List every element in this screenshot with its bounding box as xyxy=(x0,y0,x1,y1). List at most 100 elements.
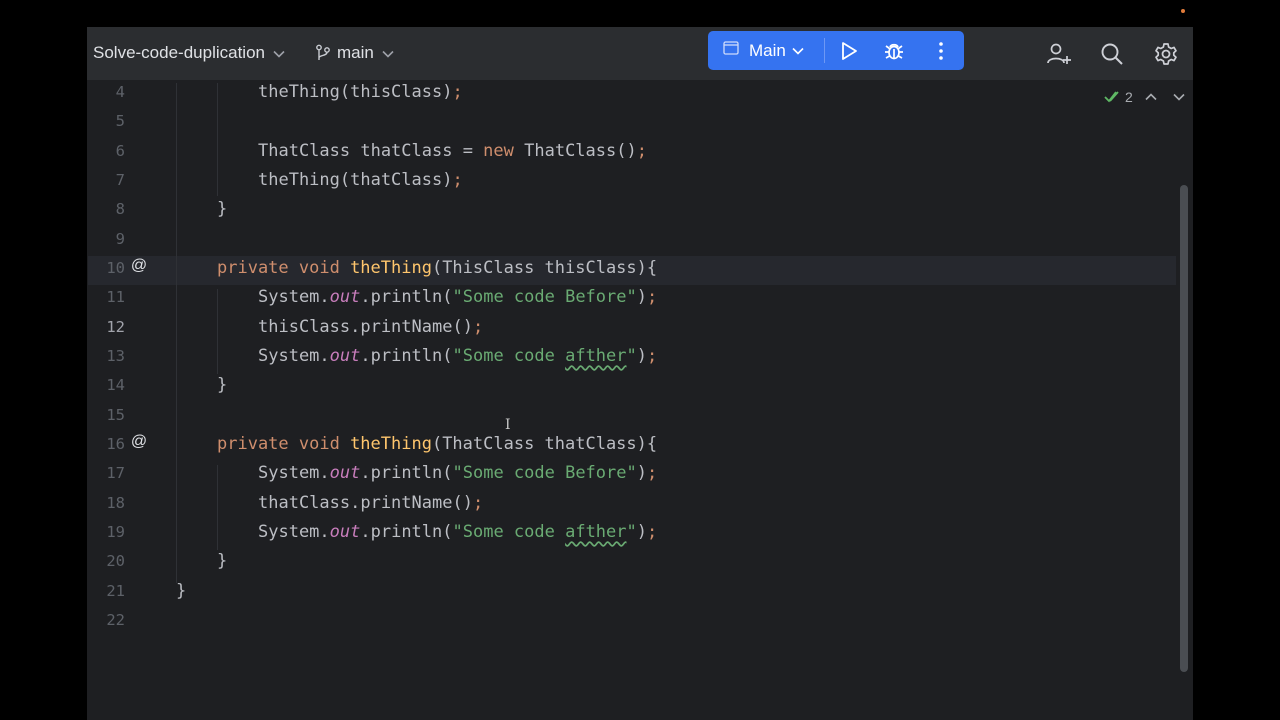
run-widget-divider xyxy=(824,38,825,63)
code-token: ; xyxy=(452,82,463,102)
run-button[interactable] xyxy=(835,37,863,65)
code-token: ; xyxy=(472,492,484,513)
code-token: private void xyxy=(217,257,351,278)
code-token: afther xyxy=(565,521,627,542)
code-line[interactable]: System.out.println("Some code Before"); xyxy=(258,463,657,483)
code-token: } xyxy=(217,375,228,396)
vertical-scrollbar[interactable] xyxy=(1180,185,1188,672)
vcs-branch-selector[interactable]: main xyxy=(315,42,394,64)
code-token: System. xyxy=(258,287,330,308)
line-number: 5 xyxy=(115,112,125,131)
code-line[interactable]: } xyxy=(217,375,227,395)
code-token: theThing(thatClass) xyxy=(258,169,453,190)
code-token: ; xyxy=(646,463,658,484)
code-token: .println( xyxy=(360,521,453,542)
search-everywhere-button[interactable] xyxy=(1095,37,1129,71)
branch-name: main xyxy=(337,43,374,62)
line-number: 7 xyxy=(115,170,125,189)
line-number: 15 xyxy=(106,405,125,424)
debug-button[interactable] xyxy=(880,37,908,65)
override-marker-icon[interactable]: @ xyxy=(130,433,148,451)
code-line[interactable]: } xyxy=(217,551,227,571)
code-token: .println( xyxy=(360,345,453,366)
code-token: "Some code xyxy=(452,521,566,542)
code-token: System. xyxy=(258,345,330,366)
code-token: out xyxy=(329,463,361,484)
code-token: System. xyxy=(258,521,330,542)
application-config-icon xyxy=(723,41,739,60)
code-token: ) xyxy=(636,287,647,308)
code-token: ; xyxy=(646,287,658,308)
code-line[interactable]: } xyxy=(217,199,227,219)
text-cursor-icon: I xyxy=(505,417,511,433)
code-token: } xyxy=(217,199,228,220)
code-line[interactable]: System.out.println("Some code afther"); xyxy=(258,346,657,366)
code-token: theThing(thisClass) xyxy=(258,82,453,102)
project-selector[interactable]: Solve-code-duplication xyxy=(93,42,285,64)
indent-guide xyxy=(217,465,218,550)
line-number: 12 xyxy=(106,317,125,336)
code-line[interactable]: thatClass.printName(); xyxy=(258,493,483,513)
code-line[interactable]: theThing(thatClass); xyxy=(258,170,463,190)
code-token: ; xyxy=(636,140,647,161)
line-number: 21 xyxy=(106,581,125,600)
more-actions-button[interactable] xyxy=(927,37,955,65)
code-token: ThatClass thatClass = xyxy=(258,140,484,161)
notification-dot xyxy=(1181,9,1185,13)
line-number: 14 xyxy=(106,376,125,395)
code-editor[interactable] xyxy=(87,80,1193,720)
previous-highlight-button[interactable] xyxy=(1142,88,1160,106)
chevron-up-icon xyxy=(1145,93,1157,101)
code-token: afther xyxy=(565,345,627,366)
play-icon xyxy=(842,42,857,60)
indent-guide xyxy=(217,83,218,196)
code-token: "Some code Before" xyxy=(452,287,637,308)
code-line[interactable]: } xyxy=(176,581,186,601)
code-line[interactable]: System.out.println("Some code Before"); xyxy=(258,287,657,307)
code-line[interactable]: ThatClass thatClass = new ThatClass(); xyxy=(258,141,647,161)
run-configuration-selector[interactable]: Main xyxy=(708,31,823,70)
settings-button[interactable] xyxy=(1149,37,1183,71)
run-configuration-name: Main xyxy=(749,40,786,60)
line-number: 6 xyxy=(115,141,125,160)
main-toolbar: Solve-code-duplication main Main xyxy=(87,27,1193,80)
ide-window: Solve-code-duplication main Main xyxy=(87,27,1193,720)
chevron-down-icon xyxy=(273,43,285,63)
code-token: thatClass.printName() xyxy=(258,492,473,513)
inspection-count: 2 xyxy=(1125,89,1133,105)
double-check-icon xyxy=(1104,91,1119,103)
chevron-down-icon xyxy=(382,43,394,63)
code-line[interactable]: private void theThing(ThatClass thatClas… xyxy=(217,434,657,454)
code-token: "Some code Before" xyxy=(452,463,637,484)
code-line[interactable]: thisClass.printName(); xyxy=(258,317,483,337)
more-vertical-icon xyxy=(939,42,943,60)
code-token: ) xyxy=(636,463,647,484)
code-line[interactable]: theThing(thisClass); xyxy=(258,82,463,102)
code-token: ; xyxy=(452,169,463,190)
code-token: theThing xyxy=(350,257,432,278)
project-name: Solve-code-duplication xyxy=(93,43,265,62)
code-line[interactable]: System.out.println("Some code afther"); xyxy=(258,522,657,542)
line-number: 8 xyxy=(115,200,125,219)
code-token: ; xyxy=(472,316,484,337)
search-icon xyxy=(1101,43,1123,65)
code-token: " xyxy=(626,345,637,366)
code-token: ) xyxy=(636,345,648,366)
inspection-widget[interactable]: 2 xyxy=(1104,88,1133,106)
indent-guide xyxy=(176,83,177,583)
branch-icon xyxy=(315,44,331,62)
code-line[interactable]: private void theThing(ThisClass thisClas… xyxy=(217,258,657,278)
code-token: ) xyxy=(636,521,648,542)
run-widget: Main xyxy=(708,31,964,70)
next-highlight-button[interactable] xyxy=(1170,88,1188,106)
code-with-me-button[interactable] xyxy=(1042,37,1076,71)
code-token: System. xyxy=(258,463,330,484)
override-marker-icon[interactable]: @ xyxy=(130,257,148,275)
line-number: 10 xyxy=(106,258,125,277)
line-number: 19 xyxy=(106,522,125,541)
line-number: 20 xyxy=(106,552,125,571)
line-number: 16 xyxy=(106,434,125,453)
code-token: .println( xyxy=(360,463,453,484)
gear-icon xyxy=(1155,43,1177,65)
code-token: out xyxy=(329,345,361,366)
